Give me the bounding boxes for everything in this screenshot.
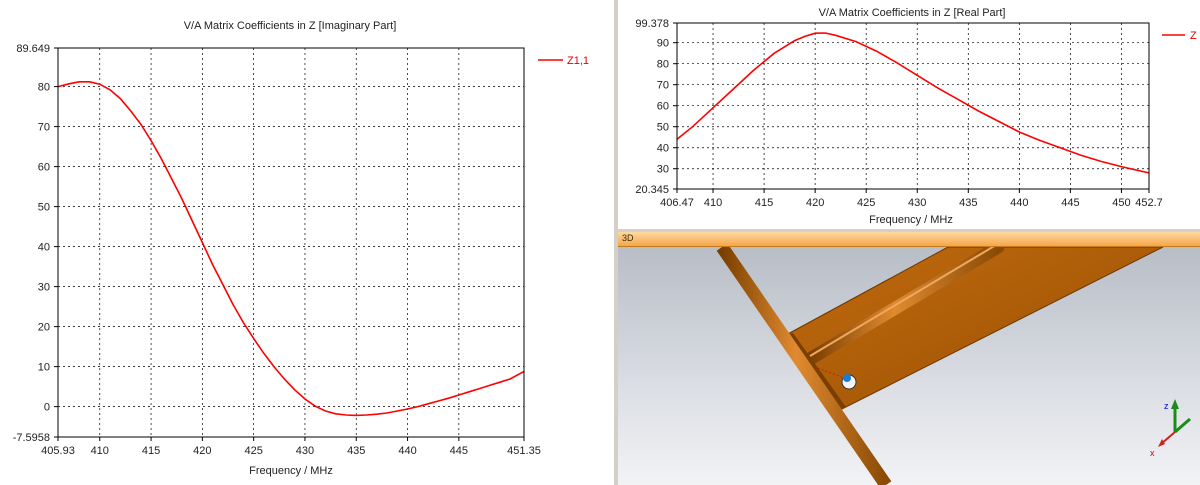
imag-y-tick-label: 70 [38, 122, 50, 134]
real-x-tick-label: 420 [806, 197, 824, 209]
real-y-tick-label: 40 [657, 143, 669, 155]
real-part-chart-pane[interactable]: V/A Matrix Coefficients in Z [Real Part]… [618, 0, 1200, 229]
real-x-tick-label: 435 [959, 197, 977, 209]
real-series-line [676, 32, 1150, 174]
real-y-tick-label: 90 [657, 38, 669, 50]
axes-triad-icon [1158, 399, 1191, 447]
imag-y-tick-label: 10 [38, 362, 50, 374]
imag-y-tick-label: 89.649 [16, 43, 50, 55]
real-x-tick-label: 445 [1061, 197, 1079, 209]
imag-x-tick-label: 405.93 [41, 445, 75, 457]
imag-y-tick-label: 0 [44, 402, 50, 414]
feed-port-marker-icon [843, 374, 851, 382]
3d-model-scene: z x [716, 247, 1191, 485]
real-x-tick-label: 440 [1010, 197, 1028, 209]
real-part-chart: V/A Matrix Coefficients in Z [Real Part]… [635, 7, 1197, 226]
imag-y-tick-label: 80 [38, 82, 50, 94]
real-y-tick-label: 20.345 [635, 184, 669, 196]
real-y-tick-label: 30 [657, 164, 669, 176]
real-y-tick-label: 70 [657, 80, 669, 92]
real-x-tick-label: 430 [908, 197, 926, 209]
imag-y-tick-label: 50 [38, 202, 50, 214]
3d-view-tab-header[interactable]: 3D [618, 232, 1200, 247]
real-y-tick-label: 99.378 [635, 18, 669, 30]
imag-x-tick-label: 445 [450, 445, 468, 457]
real-y-tick-label: 50 [657, 122, 669, 134]
axis-x-label: x [1150, 448, 1155, 458]
imag-x-tick-label: 415 [142, 445, 160, 457]
real-x-tick-label: 425 [857, 197, 875, 209]
axis-z-label: z [1164, 401, 1169, 411]
real-x-tick-label: 415 [755, 197, 773, 209]
imaginary-part-chart: V/A Matrix Coefficients in Z [Imaginary … [13, 20, 589, 477]
real-y-tick-label: 80 [657, 59, 669, 71]
real-x-tick-label: 452.7 [1135, 197, 1163, 209]
3d-view-pane[interactable]: 3D z x [618, 232, 1200, 485]
real-x-tick-label: 406.47 [660, 197, 694, 209]
real-x-tick-label: 410 [704, 197, 722, 209]
imag-x-tick-label: 440 [398, 445, 416, 457]
imag-y-tick-label: 30 [38, 282, 50, 294]
imag-series-line [57, 81, 525, 417]
real-y-tick-label: 60 [657, 101, 669, 113]
imag-y-tick-label: 20 [38, 322, 50, 334]
imag-chart-title: V/A Matrix Coefficients in Z [Imaginary … [184, 20, 397, 32]
3d-view-tab-label: 3D [622, 233, 634, 243]
real-x-tick-label: 450 [1112, 197, 1130, 209]
imag-x-tick-label: 451.35 [507, 445, 541, 457]
imaginary-part-chart-pane[interactable]: V/A Matrix Coefficients in Z [Imaginary … [0, 0, 615, 485]
imag-y-tick-label: 60 [38, 162, 50, 174]
imag-legend-label[interactable]: Z1,1 [567, 55, 589, 67]
imag-x-tick-label: 435 [347, 445, 365, 457]
imag-x-tick-label: 420 [193, 445, 211, 457]
imag-y-tick-label: -7.5958 [13, 432, 50, 444]
real-chart-title: V/A Matrix Coefficients in Z [Real Part] [819, 7, 1006, 19]
imag-y-tick-label: 40 [38, 242, 50, 254]
imag-x-axis-label: Frequency / MHz [249, 465, 333, 477]
imag-x-tick-label: 425 [244, 445, 262, 457]
real-legend-label[interactable]: Z [1190, 30, 1197, 42]
real-x-axis-label: Frequency / MHz [869, 214, 953, 226]
imag-x-tick-label: 410 [91, 445, 109, 457]
imag-x-tick-label: 430 [296, 445, 314, 457]
3d-viewport[interactable]: z x [618, 247, 1200, 485]
